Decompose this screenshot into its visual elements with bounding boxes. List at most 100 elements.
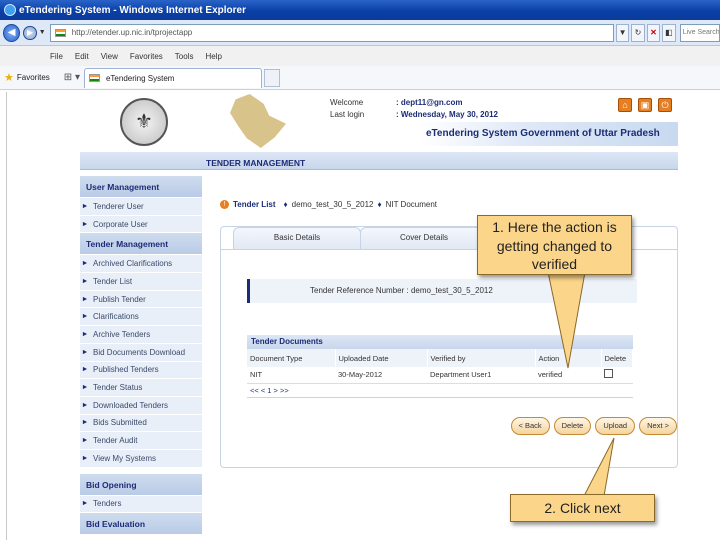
callout-verified-note: 1. Here the action is getting changed to… <box>477 215 632 275</box>
sidebar: User Management ► Tenderer User ► Corporat… <box>80 176 202 536</box>
tab-basic-details[interactable]: Basic Details <box>233 227 361 249</box>
sidebar-item-bid-documents-download[interactable]: ► Bid Documents Download <box>80 343 202 362</box>
section-title: TENDER MANAGEMENT <box>206 158 306 168</box>
arrow-right-icon: ► <box>81 348 89 356</box>
logout-icon[interactable]: ⏻ <box>658 98 672 112</box>
sidebar-group-user-management[interactable]: User Management <box>80 176 202 198</box>
last-login-label: Last login <box>330 110 365 119</box>
sidebar-item-tender-list[interactable]: ► Tender List <box>80 273 202 291</box>
arrow-right-icon: ► <box>81 220 89 228</box>
sidebar-item-view-my-systems[interactable]: ► View My Systems <box>80 449 202 468</box>
sidebar-item-tenders[interactable]: ► Tenders <box>80 495 202 514</box>
arrow-right-icon: ► <box>81 295 89 303</box>
url-field[interactable]: http://etender.up.nic.in/tprojectapp <box>49 23 614 42</box>
search-input[interactable]: Live Search <box>679 23 720 42</box>
cell-uploaded-date: 30-May-2012 <box>335 367 427 384</box>
delete-checkbox[interactable] <box>604 369 613 379</box>
state-emblem-icon: ⚜ <box>120 98 168 146</box>
url-dropdown-icon[interactable]: ▼ <box>615 23 630 42</box>
sidebar-item-tender-audit[interactable]: ► Tender Audit <box>80 432 202 450</box>
new-tab-button[interactable] <box>263 68 280 87</box>
breadcrumb-tender-list[interactable]: Tender List <box>233 200 276 209</box>
sidebar-group-tender-management[interactable]: Tender Management <box>80 233 202 256</box>
arrow-right-icon: ► <box>81 277 89 285</box>
breadcrumb-tender-id[interactable]: demo_test_30_5_2012 <box>292 200 374 209</box>
arrow-right-icon: ► <box>81 500 89 508</box>
quick-tabs-icon[interactable]: ⊞ ▾ <box>64 72 80 83</box>
window-title: eTendering System - Windows Internet Exp… <box>19 4 246 16</box>
sidebar-item-corporate-user[interactable]: ► Corporate User <box>80 215 202 234</box>
sidebar-item-publish-tender[interactable]: ► Publish Tender <box>80 290 202 309</box>
menu-view[interactable]: View <box>101 52 118 61</box>
tab-strip: Basic Details Cover Details <box>233 227 488 249</box>
breadcrumb: ! Tender List ♦ demo_test_30_5_2012 ♦ NI… <box>220 200 437 209</box>
address-bar: ◀ ▶ ▼ http://etender.up.nic.in/tprojecta… <box>0 20 720 46</box>
home-icon[interactable]: ⌂ <box>618 98 632 112</box>
forward-arrow-icon[interactable]: ▶ <box>23 25 37 40</box>
favorites-label[interactable]: Favorites <box>17 73 50 82</box>
arrow-right-icon: ► <box>81 330 89 338</box>
arrow-right-icon: ► <box>81 419 89 427</box>
breadcrumb-separator-icon: ♦ <box>283 200 288 209</box>
tab-cover-details[interactable]: Cover Details <box>360 227 488 249</box>
reference-value: : demo_test_30_5_2012 <box>406 286 493 295</box>
table-row: NIT 30-May-2012 Department User1 verifie… <box>247 367 633 384</box>
sidebar-group-bid-opening[interactable]: Bid Opening <box>80 473 202 496</box>
delete-button[interactable]: Delete <box>553 417 592 435</box>
sidebar-item-clarifications[interactable]: ► Clarifications <box>80 308 202 327</box>
next-button[interactable]: Next > <box>639 417 677 435</box>
site-header: ⚜ Welcome: dept11@gn.com Last login: Wed… <box>80 92 678 150</box>
menu-bar: File Edit View Favorites Tools Help <box>0 46 720 66</box>
sidebar-item-archive-tenders[interactable]: ► Archive Tenders <box>80 326 202 344</box>
page-gutter <box>0 92 80 540</box>
history-dropdown-icon[interactable]: ▼ <box>39 29 46 36</box>
sidebar-item-downloaded-tenders[interactable]: ► Downloaded Tenders <box>80 396 202 415</box>
back-arrow-icon[interactable]: ◀ <box>3 23 21 42</box>
menu-file[interactable]: File <box>50 52 63 61</box>
refresh-icon[interactable]: ↻ <box>631 23 645 42</box>
menu-favorites[interactable]: Favorites <box>130 52 163 61</box>
documents-table: Document Type Uploaded Date Verified by … <box>247 349 633 384</box>
window-titlebar: eTendering System - Windows Internet Exp… <box>0 0 720 20</box>
sidebar-group-bid-evaluation[interactable]: Bid Evaluation <box>80 513 202 536</box>
info-icon: ! <box>220 200 229 209</box>
cell-document-type[interactable]: NIT <box>247 367 335 384</box>
menu-tools[interactable]: Tools <box>175 52 194 61</box>
sidebar-item-tender-status[interactable]: ► Tender Status <box>80 379 202 397</box>
table-header-row: Document Type Uploaded Date Verified by … <box>247 349 633 367</box>
documents-title: Tender Documents <box>247 335 633 349</box>
arrow-right-icon: ► <box>81 260 89 268</box>
sidebar-item-published-tenders[interactable]: ► Published Tenders <box>80 361 202 380</box>
stop-icon[interactable]: ✕ <box>646 23 661 42</box>
sidebar-item-tenderer-user[interactable]: ► Tenderer User <box>80 198 202 216</box>
breadcrumb-separator-icon: ♦ <box>377 200 382 209</box>
menu-help[interactable]: Help <box>205 52 221 61</box>
menu-edit[interactable]: Edit <box>75 52 89 61</box>
tender-documents: Tender Documents Document Type Uploaded … <box>247 335 633 398</box>
url-text: http://etender.up.nic.in/tprojectapp <box>71 28 193 37</box>
action-buttons: < Back Delete Upload Next > <box>510 417 677 435</box>
tab-flag-icon <box>88 74 100 82</box>
arrow-right-icon: ► <box>81 437 89 445</box>
tab-title: eTendering System <box>105 73 175 83</box>
favorites-bar: ★ Favorites ⊞ ▾ eTendering System <box>0 66 720 90</box>
upload-button[interactable]: Upload <box>595 417 636 435</box>
sidebar-item-bids-submitted[interactable]: ► Bids Submitted <box>80 414 202 433</box>
browser-tab[interactable]: eTendering System <box>83 67 262 88</box>
page-border <box>6 92 7 540</box>
help-icon[interactable]: ▣ <box>638 98 652 112</box>
callout-click-next: 2. Click next <box>510 494 655 522</box>
pagination[interactable]: << < 1 > >> <box>247 384 633 398</box>
arrow-right-icon: ► <box>81 401 89 409</box>
tender-reference-row: Tender Reference Number : demo_test_30_5… <box>247 279 637 303</box>
column-action: Action <box>535 349 602 367</box>
user-info: Welcome: dept11@gn.com Last login: Wedne… <box>330 97 498 121</box>
favorites-star-icon[interactable]: ★ <box>4 71 14 84</box>
arrow-right-icon: ► <box>81 454 89 462</box>
welcome-value: : dept11@gn.com <box>396 98 463 107</box>
cell-action: verified <box>535 367 601 384</box>
last-login-value: : Wednesday, May 30, 2012 <box>396 110 498 119</box>
back-button[interactable]: < Back <box>510 417 550 435</box>
sidebar-item-archived-clarifications[interactable]: ► Archived Clarifications <box>80 255 202 274</box>
toolbar-extension-icon[interactable]: ◧ <box>662 23 676 42</box>
